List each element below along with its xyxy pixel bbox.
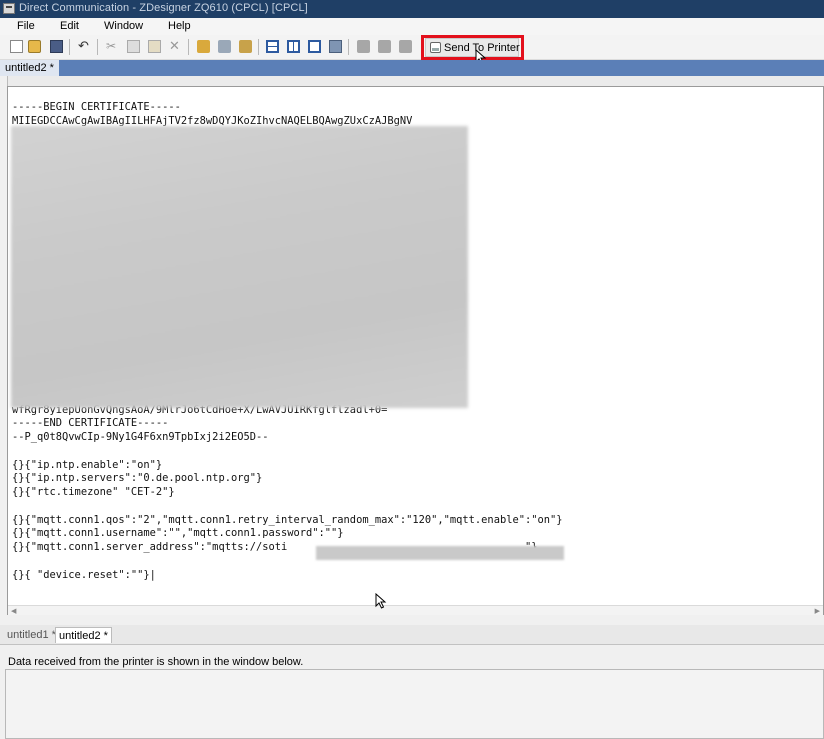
cut-icon[interactable]: ✂ [106, 40, 119, 53]
printer-settings-icon[interactable] [357, 40, 370, 53]
document-tab[interactable]: untitled2 * [0, 60, 59, 76]
toolbar-separator [97, 39, 98, 55]
menu-edit[interactable]: Edit [60, 20, 79, 32]
toolbar-separator [258, 39, 259, 55]
menu-file[interactable]: File [17, 20, 35, 32]
save-icon[interactable] [50, 40, 63, 53]
horizontal-scrollbar[interactable]: ◀ ▶ [8, 605, 823, 615]
split-vertical-icon[interactable] [287, 40, 300, 53]
receive-icon[interactable] [239, 40, 252, 53]
paste-icon[interactable] [148, 40, 161, 53]
toolbar-separator [69, 39, 70, 55]
toolbar: ↶ ✂ ✕ [0, 35, 824, 60]
window-title: Direct Communication - ZDesigner ZQ610 (… [19, 2, 308, 14]
printer-icon [430, 42, 441, 53]
open-icon[interactable] [28, 40, 41, 53]
new-icon[interactable] [10, 40, 23, 53]
title-bar: Direct Communication - ZDesigner ZQ610 (… [0, 0, 824, 18]
send-to-printer-button[interactable]: Send To Printer [425, 38, 520, 57]
document-tab-strip: untitled2 * [0, 60, 824, 76]
toolbar-separator [348, 39, 349, 55]
redacted-server-address [316, 546, 564, 560]
undo-icon[interactable]: ↶ [78, 39, 90, 53]
bottom-tab-strip: untitled1 * untitled2 * [0, 625, 824, 645]
single-view-icon[interactable] [308, 40, 321, 53]
download-icon[interactable] [399, 40, 412, 53]
copy-icon[interactable] [127, 40, 140, 53]
tab-untitled2[interactable]: untitled2 * [55, 627, 112, 643]
menu-window[interactable]: Window [104, 20, 143, 32]
toolbar-separator [188, 39, 189, 55]
printer-output-pane[interactable] [5, 669, 824, 739]
layout-icon[interactable] [329, 40, 342, 53]
mouse-cursor-icon [375, 593, 387, 609]
app-icon [3, 3, 15, 14]
scroll-left-icon[interactable]: ◀ [11, 607, 16, 615]
redacted-certificate-block [11, 126, 468, 408]
menu-help[interactable]: Help [168, 20, 191, 32]
scroll-right-icon[interactable]: ▶ [815, 607, 820, 615]
split-horizontal-icon[interactable] [266, 40, 279, 53]
send-file-icon[interactable] [197, 40, 210, 53]
editor-header [7, 76, 824, 86]
get-status-icon[interactable] [218, 40, 231, 53]
delete-icon[interactable]: ✕ [169, 39, 182, 53]
output-info-label: Data received from the printer is shown … [8, 656, 304, 668]
tab-untitled1[interactable]: untitled1 * [4, 627, 59, 643]
font-icon[interactable] [378, 40, 391, 53]
menu-bar: File Edit Window Help [0, 18, 824, 35]
